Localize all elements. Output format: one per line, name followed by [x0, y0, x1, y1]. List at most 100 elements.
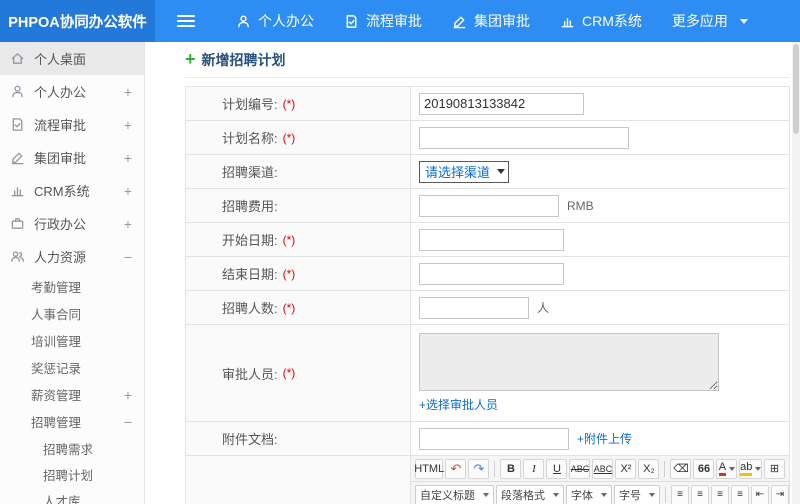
blockquote-icon[interactable]: 66	[693, 458, 715, 479]
spellcheck-icon[interactable]: ABC	[592, 458, 614, 479]
remove-format-icon[interactable]: ⌫	[670, 458, 692, 479]
font-family-dropdown[interactable]: 字体	[566, 484, 612, 504]
align-left-icon[interactable]: ≡	[671, 484, 689, 504]
plan-number-input[interactable]	[419, 92, 584, 115]
field-input-cell	[411, 257, 789, 290]
indent-icon[interactable]: ⇥	[771, 484, 789, 504]
form-row-end-date: 结束日期: (*)	[186, 257, 789, 291]
expand-icon[interactable]: +	[124, 118, 132, 132]
nav-label: 流程审批	[366, 13, 422, 29]
nav-more-apps[interactable]: 更多应用	[657, 0, 763, 42]
field-label: 招聘渠道:	[222, 165, 278, 180]
nav-group-approval[interactable]: 集团审批	[437, 0, 545, 42]
sidebar-item-label: 薪资管理	[31, 389, 82, 403]
person-icon	[236, 14, 251, 29]
nav-personal-office[interactable]: 个人办公	[221, 0, 329, 42]
expand-icon[interactable]: +	[124, 85, 132, 99]
sidebar-item-label: 招聘计划	[43, 468, 94, 483]
menu-toggle-icon[interactable]	[177, 15, 195, 27]
form-row-editor: HTML ↶ ↷ B I U ABC ABC X² X₂ ⌫ 66 A ab ⊞…	[186, 456, 789, 504]
expand-icon[interactable]: +	[124, 388, 132, 402]
sidebar-item-talent-pool[interactable]: 人才库	[0, 487, 144, 504]
plan-name-input[interactable]	[419, 126, 629, 149]
toolbar-divider	[665, 486, 666, 503]
vertical-scrollbar[interactable]	[792, 42, 800, 504]
sidebar-item-crm-system[interactable]: CRM系统 +	[0, 174, 144, 207]
sidebar-item-recruit-plan[interactable]: 招聘计划	[0, 461, 144, 487]
align-justify-icon[interactable]: ≡	[731, 484, 749, 504]
channel-select[interactable]: 请选择渠道	[419, 160, 510, 183]
sidebar-item-human-resources[interactable]: 人力资源 −	[0, 240, 144, 273]
expand-icon[interactable]: +	[124, 151, 132, 165]
expand-icon[interactable]: +	[124, 217, 132, 231]
field-label-cell: 招聘费用:	[186, 189, 411, 222]
sidebar-item-hr-contract[interactable]: 人事合同	[0, 300, 144, 327]
nav-crm-system[interactable]: CRM系统	[545, 0, 657, 42]
strikethrough-icon[interactable]: ABC	[569, 458, 591, 479]
sidebar-item-training[interactable]: 培训管理	[0, 327, 144, 354]
scrollbar-thumb[interactable]	[793, 44, 799, 134]
redo-icon[interactable]: ↷	[468, 458, 490, 479]
field-label-cell: 计划编号: (*)	[186, 87, 411, 120]
sidebar-item-desktop[interactable]: 个人桌面	[0, 42, 144, 75]
subscript-icon[interactable]: X₂	[638, 458, 660, 479]
end-date-input[interactable]	[419, 262, 564, 285]
expand-icon[interactable]: +	[124, 184, 132, 198]
field-label: 计划名称:	[222, 131, 278, 146]
toolbar-divider	[494, 460, 496, 477]
align-center-icon[interactable]: ≡	[691, 484, 709, 504]
page-header: + 新增招聘计划	[185, 42, 790, 78]
sidebar-item-recruit-demand[interactable]: 招聘需求	[0, 435, 144, 461]
start-date-input[interactable]	[419, 228, 564, 251]
superscript-icon[interactable]: X²	[615, 458, 637, 479]
field-input-cell: 请选择渠道	[411, 155, 789, 188]
fee-input[interactable]	[419, 194, 559, 217]
paragraph-format-dropdown[interactable]: 段落格式	[496, 484, 564, 504]
select-approver-link[interactable]: +选择审批人员	[419, 396, 498, 413]
sidebar-item-label: 人事合同	[31, 308, 82, 322]
html-source-button[interactable]: HTML	[414, 458, 444, 479]
sidebar-item-salary[interactable]: 薪资管理 +	[0, 381, 144, 408]
sidebar-item-rewards[interactable]: 奖惩记录	[0, 354, 144, 381]
upload-attachment-link[interactable]: +附件上传	[577, 430, 632, 447]
approver-textarea[interactable]	[419, 333, 719, 391]
font-size-dropdown[interactable]: 字号	[614, 484, 660, 504]
app-logo[interactable]: PHPOA协同办公软件	[0, 0, 155, 42]
collapse-icon[interactable]: −	[124, 415, 132, 429]
headcount-input[interactable]	[419, 296, 529, 319]
required-mark: (*)	[282, 366, 296, 380]
caret-down-icon	[649, 492, 655, 497]
font-color-icon[interactable]: A	[716, 458, 738, 479]
sidebar-item-label: 人才库	[43, 494, 81, 504]
document-check-icon	[344, 14, 359, 29]
nav-workflow-approval[interactable]: 流程审批	[329, 0, 437, 42]
table-icon[interactable]: ⊞	[764, 458, 785, 479]
sidebar-item-admin-office[interactable]: 行政办公 +	[0, 207, 144, 240]
page-title: 新增招聘计划	[201, 51, 286, 68]
sidebar-item-group-approval[interactable]: 集团审批 +	[0, 141, 144, 174]
undo-icon[interactable]: ↶	[445, 458, 467, 479]
underline-icon[interactable]: U	[546, 458, 568, 479]
sidebar-item-attendance[interactable]: 考勤管理	[0, 273, 144, 300]
sidebar-item-label: 集团审批	[34, 151, 87, 166]
outdent-icon[interactable]: ⇤	[751, 484, 769, 504]
bold-icon[interactable]: B	[500, 458, 522, 479]
collapse-icon[interactable]: −	[124, 250, 132, 264]
editor-toolbar-row2: 自定义标题 段落格式 字体 字号 ≡ ≡ ≡ ≡ ⇤ ⇥	[411, 482, 789, 504]
sidebar-item-recruitment[interactable]: 招聘管理 −	[0, 408, 144, 435]
attachment-input[interactable]	[419, 427, 569, 450]
sidebar-item-label: 招聘需求	[43, 442, 94, 457]
sidebar-item-personal-office[interactable]: 个人办公 +	[0, 75, 144, 108]
custom-heading-dropdown[interactable]: 自定义标题	[415, 484, 494, 504]
sidebar-item-workflow-approval[interactable]: 流程审批 +	[0, 108, 144, 141]
align-right-icon[interactable]: ≡	[711, 484, 729, 504]
italic-icon[interactable]: I	[523, 458, 545, 479]
bar-chart-icon	[10, 183, 26, 199]
field-label-cell: 计划名称: (*)	[186, 121, 411, 154]
field-input-cell: 人	[411, 291, 789, 324]
person-icon	[10, 84, 26, 100]
channel-select-value: 请选择渠道	[425, 165, 491, 180]
highlight-color-icon[interactable]: ab	[739, 458, 762, 479]
form-row-approver: 审批人员: (*) +选择审批人员	[186, 325, 789, 422]
sidebar: 个人桌面 个人办公 + 流程审批 + 集团审批 + CRM系统 + 行政办公 +	[0, 42, 145, 504]
